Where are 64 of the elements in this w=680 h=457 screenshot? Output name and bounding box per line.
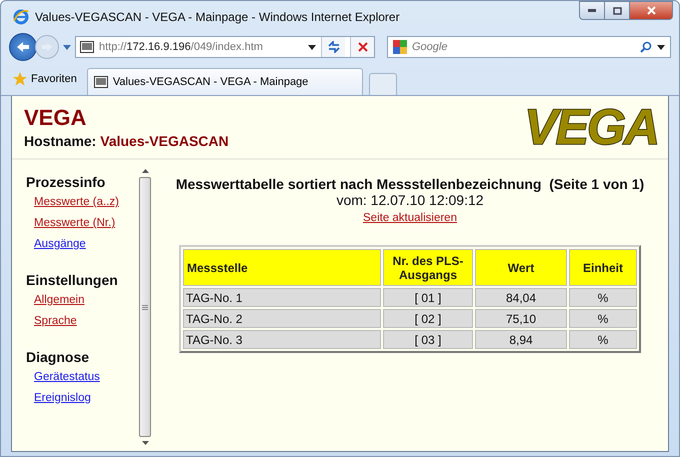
browser-tab[interactable]: Values-VEGASCAN - VEGA - Mainpage — [86, 68, 363, 95]
maximize-button[interactable] — [604, 1, 630, 20]
favorites-button[interactable]: Favoriten — [9, 66, 81, 92]
refresh-icon — [326, 41, 340, 53]
grip-icon — [142, 304, 148, 310]
table-cell: [ 03 ] — [383, 330, 473, 349]
url-text: http://172.16.9.196/049/index.htm — [99, 41, 263, 53]
column-header: Messstelle — [183, 249, 381, 286]
sidebar-link[interactable]: Messwerte (a..z) — [34, 194, 119, 211]
dropdown-caret-icon — [308, 44, 316, 50]
dropdown-caret-icon — [657, 44, 665, 50]
stop-button[interactable] — [350, 37, 374, 57]
dropdown-caret-icon — [63, 44, 71, 50]
window-title: Values-VEGASCAN - VEGA - Mainpage - Windows Internet Explorer — [35, 10, 401, 24]
scroll-down-icon — [142, 441, 148, 445]
site-title: VEGA — [24, 105, 88, 131]
close-icon — [646, 6, 656, 15]
table-cell: % — [569, 288, 637, 307]
scrollbar-thumb[interactable] — [139, 177, 151, 437]
sidebar-link[interactable]: Messwerte (Nr.) — [34, 215, 116, 232]
maximize-icon — [612, 6, 622, 14]
page-icon — [94, 76, 108, 88]
scroll-up-icon — [142, 169, 148, 173]
google-icon — [393, 40, 407, 54]
stop-icon — [358, 42, 368, 52]
section-heading: Prozessinfo — [26, 174, 106, 190]
refresh-button[interactable] — [321, 37, 345, 57]
close-button[interactable] — [629, 1, 673, 20]
sidebar-link[interactable]: Allgemein — [34, 292, 84, 309]
page-icon — [80, 41, 94, 53]
table-cell: % — [569, 309, 637, 328]
back-button[interactable] — [9, 33, 37, 61]
column-header: Einheit — [569, 249, 637, 286]
page-heading: Messwerttabelle sortiert nach Messstellenbezeichnung (Seite 1 von 1) — [176, 176, 644, 192]
sidebar-link[interactable]: Gerätestatus — [34, 369, 100, 386]
timestamp-text: vom: 12.07.10 12:09:12 — [336, 192, 484, 208]
table-cell: TAG-No. 1 — [183, 288, 381, 307]
search-bar[interactable]: Google — [387, 36, 671, 58]
sidebar-link[interactable]: Ereignislog — [34, 390, 91, 407]
column-header: Nr. des PLS-Ausgangs — [383, 249, 473, 286]
browser-logo-icon — [13, 8, 29, 24]
column-header: Wert — [475, 249, 567, 286]
table-cell: TAG-No. 2 — [183, 309, 381, 328]
brand-logo: VEGA — [524, 102, 658, 152]
table-cell: % — [569, 330, 637, 349]
table-cell: [ 01 ] — [383, 288, 473, 307]
sidebar-link[interactable]: Ausgänge — [34, 236, 86, 253]
section-heading: Einstellungen — [26, 272, 118, 288]
table-cell: 84,04 — [475, 288, 567, 307]
search-icon — [640, 41, 652, 53]
table-cell: 8,94 — [475, 330, 567, 349]
sidebar-link[interactable]: Sprache — [34, 313, 77, 330]
star-icon — [13, 72, 27, 86]
back-arrow-icon — [16, 41, 30, 53]
minimize-button[interactable] — [579, 1, 605, 20]
table-cell: 75,10 — [475, 309, 567, 328]
hostname-label: Hostname: — [24, 133, 96, 149]
refresh-link[interactable]: Seite aktualisieren — [363, 210, 457, 227]
section-heading: Diagnose — [26, 349, 90, 365]
minimize-icon — [588, 9, 596, 12]
hostname-value: Values-VEGASCAN — [100, 133, 229, 149]
table-cell: [ 02 ] — [383, 309, 473, 328]
table-cell: TAG-No. 3 — [183, 330, 381, 349]
address-field[interactable]: http://172.16.9.196/049/index.htm — [75, 36, 375, 58]
